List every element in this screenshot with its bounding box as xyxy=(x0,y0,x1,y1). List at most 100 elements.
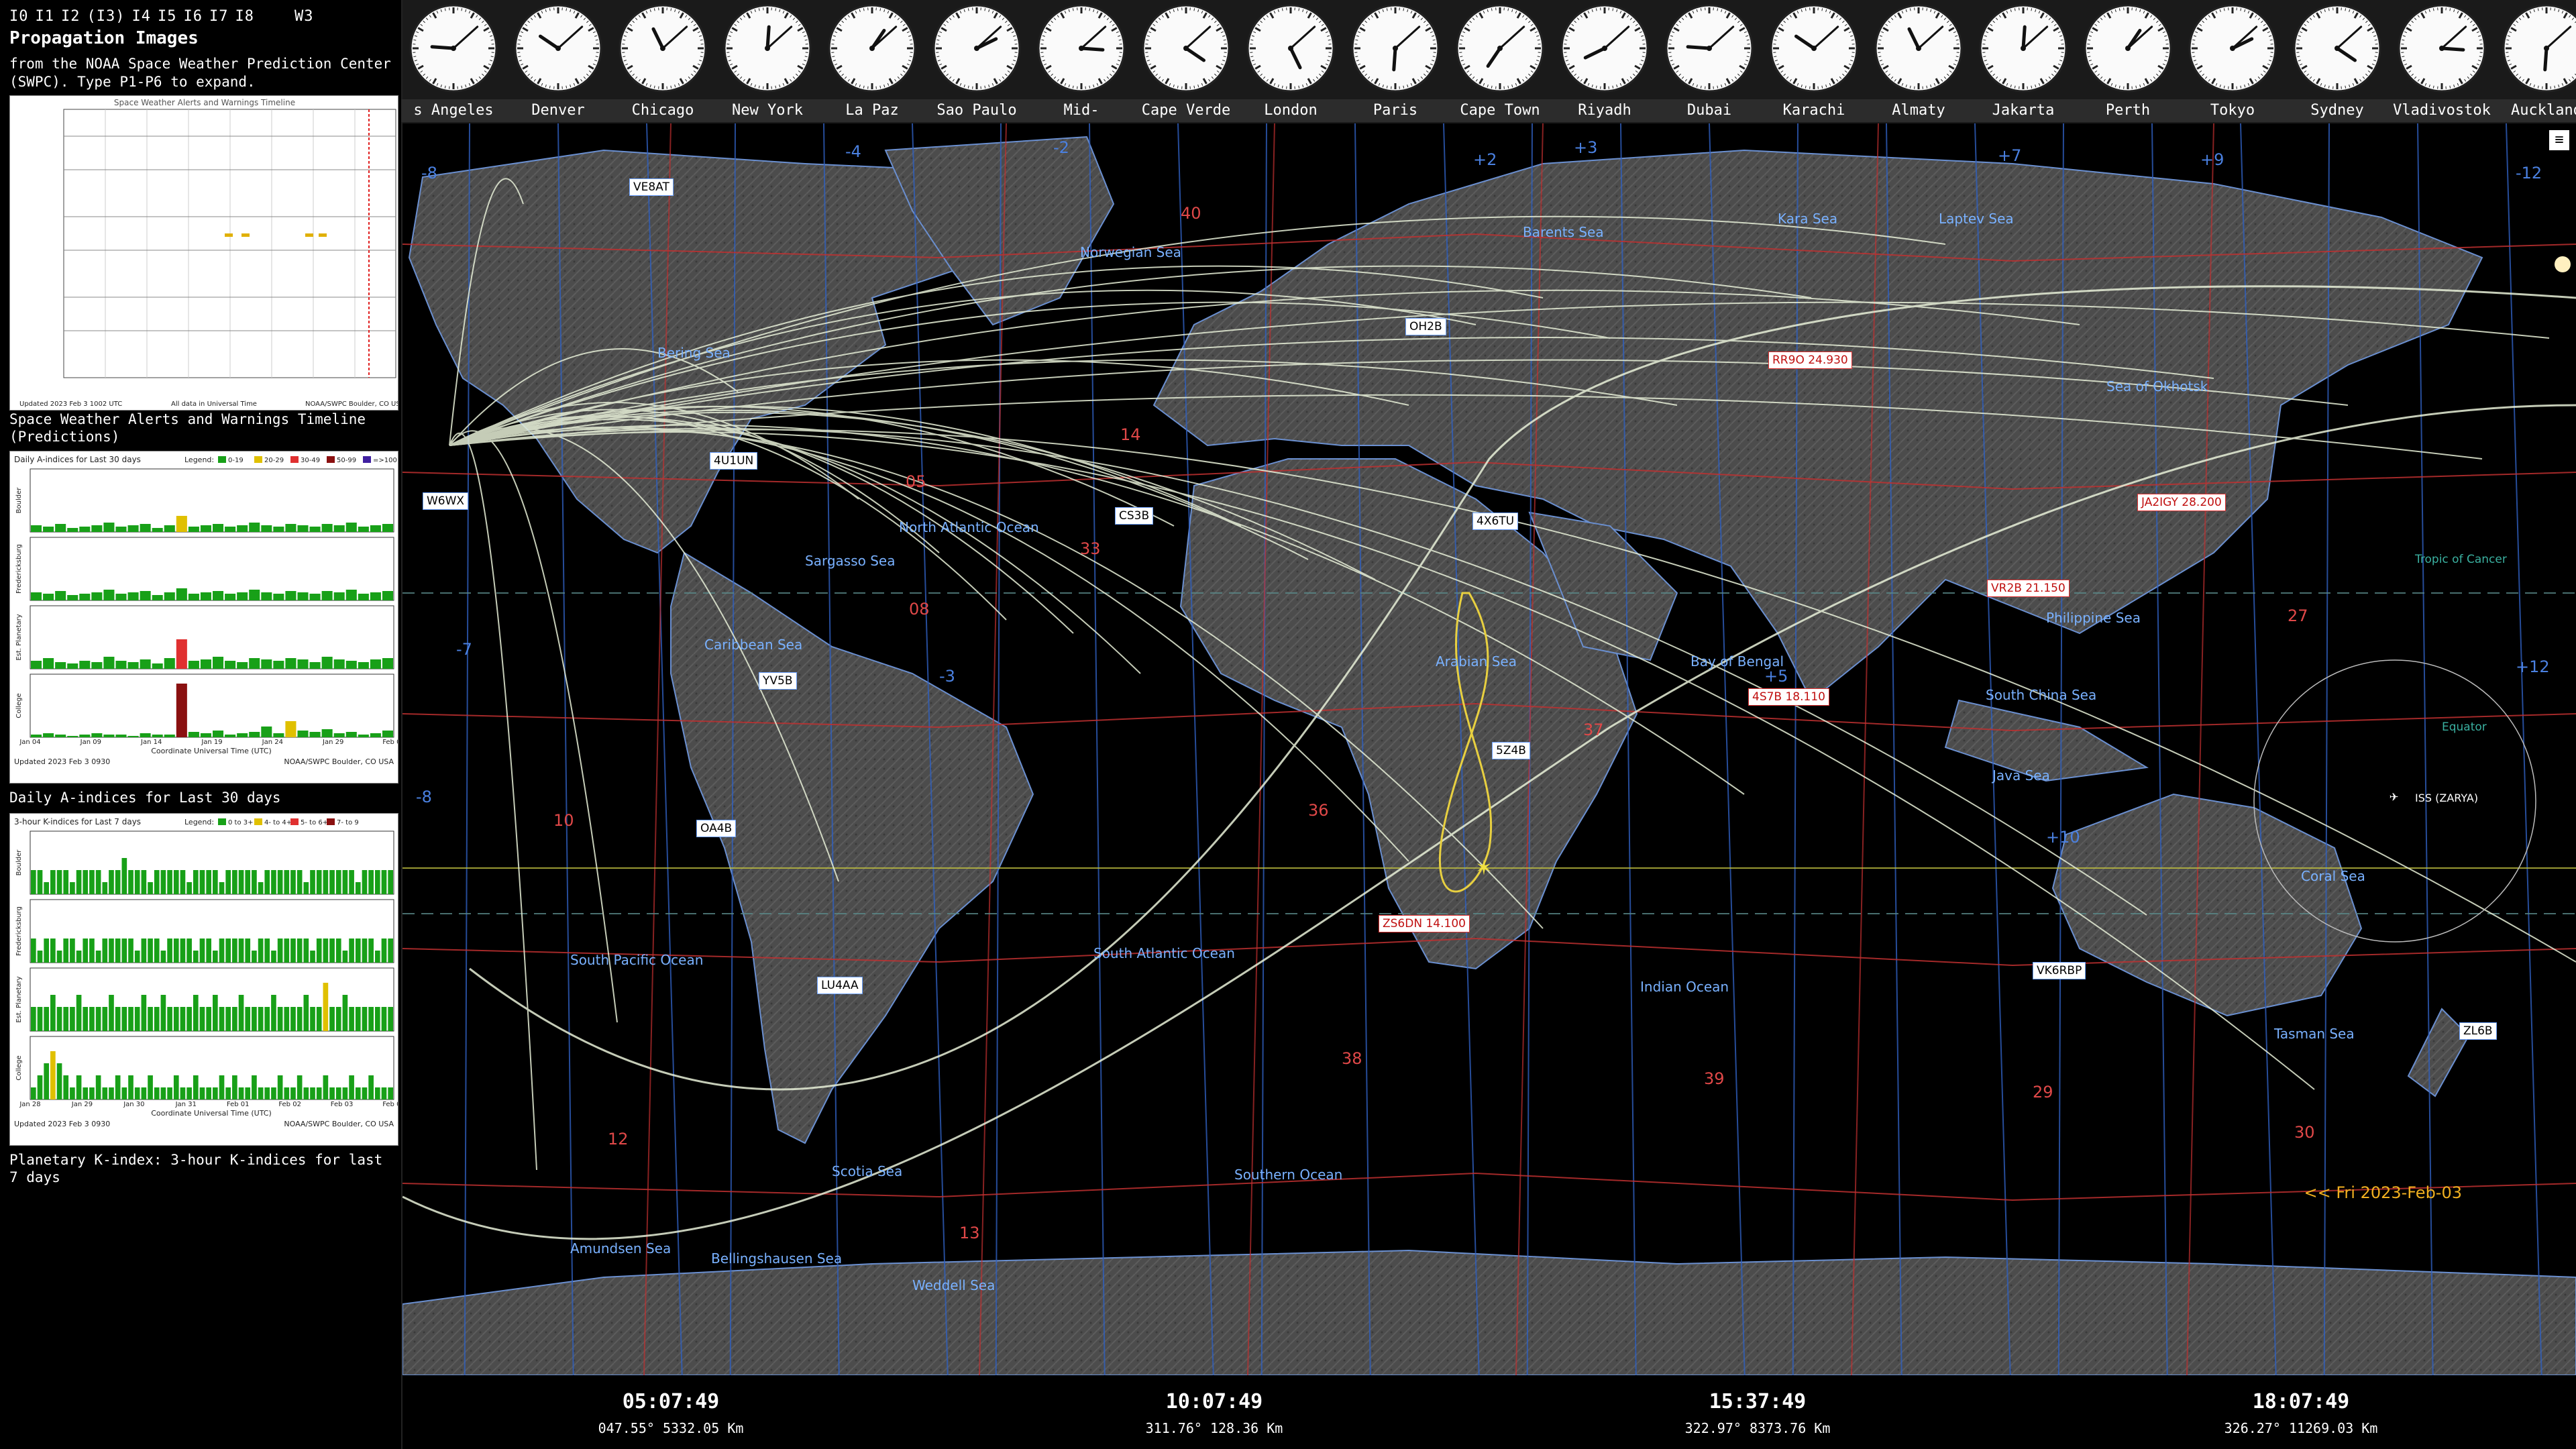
clock-la-paz[interactable]: La Paz xyxy=(820,0,924,123)
index-bar xyxy=(76,870,82,894)
clock-almaty[interactable]: Almaty xyxy=(1866,0,1971,123)
index-bar xyxy=(358,527,369,532)
index-bar xyxy=(115,661,127,669)
dx-spot-callout[interactable]: RR9O 24.930 xyxy=(1768,352,1852,369)
index-bar xyxy=(264,870,270,894)
index-bar xyxy=(164,735,175,737)
clock-tokyo[interactable]: Tokyo xyxy=(2180,0,2285,123)
clock-cape-town[interactable]: Cape Town xyxy=(1448,0,1552,123)
index-bar xyxy=(388,870,393,894)
legend-label: Legend: xyxy=(184,455,214,464)
index-bar xyxy=(121,858,127,894)
a-indices-image[interactable]: Daily A-indices for Last 30 days Legend: 0… xyxy=(9,451,398,784)
index-bar xyxy=(128,870,133,894)
index-bar xyxy=(31,661,42,669)
image-tab-8[interactable]: I8 xyxy=(235,8,254,25)
beacon-callout[interactable]: OH2B xyxy=(1405,318,1446,335)
image-tab-1[interactable]: I1 xyxy=(36,8,55,25)
beacon-callout[interactable]: OA4B xyxy=(696,820,737,837)
index-bar xyxy=(342,870,348,894)
beacon-callout[interactable]: CS3B xyxy=(1115,507,1154,525)
index-bar xyxy=(164,525,175,532)
index-bar xyxy=(56,1007,62,1031)
clock-face-icon xyxy=(2398,4,2486,93)
index-bar xyxy=(152,663,163,669)
beacon-callout[interactable]: 4U1UN xyxy=(710,452,758,470)
beacon-callout[interactable]: VK6RBP xyxy=(2033,962,2086,979)
index-bar xyxy=(213,995,218,1031)
clock-chicago[interactable]: Chicago xyxy=(610,0,715,123)
beacon-callout[interactable]: VE8AT xyxy=(629,178,674,196)
clock-perth[interactable]: Perth xyxy=(2076,0,2180,123)
index-bar xyxy=(55,662,66,669)
clock-city-label: Paris xyxy=(1343,99,1448,122)
clock-sydney[interactable]: Sydney xyxy=(2285,0,2390,123)
index-bar xyxy=(358,735,369,737)
index-bar xyxy=(103,735,115,737)
clock-auckland[interactable]: Auckland xyxy=(2494,0,2576,123)
beacon-callout[interactable]: 5Z4B xyxy=(1492,742,1530,759)
image-tab-7[interactable]: I7 xyxy=(209,8,229,25)
clock-karachi[interactable]: Karachi xyxy=(1762,0,1866,123)
index-bar xyxy=(141,995,147,1031)
beacon-callout[interactable]: ZL6B xyxy=(2459,1022,2497,1040)
index-bar xyxy=(362,1007,368,1031)
k-indices-image[interactable]: 3-hour K-indices for Last 7 days Legend: 0… xyxy=(9,813,398,1146)
dx-spot-callout[interactable]: JA2IGY 28.200 xyxy=(2137,494,2226,511)
index-bar xyxy=(290,1087,296,1099)
beacon-callout[interactable]: LU4AA xyxy=(817,977,863,994)
clock-jakarta[interactable]: Jakarta xyxy=(1971,0,2076,123)
dx-spot-callout[interactable]: 4S7B 18.110 xyxy=(1748,688,1829,706)
image-tab-2[interactable]: I2 xyxy=(61,8,80,25)
index-bar xyxy=(206,1007,211,1031)
menu-icon[interactable]: ≡ xyxy=(2549,130,2569,150)
clock-s-angeles[interactable]: s Angeles xyxy=(401,0,506,123)
ocean-label: Tasman Sea xyxy=(2274,1026,2355,1042)
image-tab-4[interactable]: I4 xyxy=(131,8,151,25)
index-bar xyxy=(333,733,345,737)
index-bar xyxy=(225,1087,231,1099)
world-map[interactable]: ✶ ✈ North Atlantic Ocean South Atlantic O… xyxy=(402,123,2576,1375)
index-bar xyxy=(115,1007,121,1031)
beacon-callout[interactable]: 4X6TU xyxy=(1472,513,1519,530)
alerts-timeline-image[interactable]: Space Weather Alerts and Warnings Timeli… xyxy=(9,95,398,411)
clock-london[interactable]: London xyxy=(1238,0,1343,123)
clock-city-label: Cape Verde xyxy=(1134,99,1238,122)
world-clock-strip: s Angeles Denver Chicago New York La Paz Sao … xyxy=(401,0,2576,142)
clock-riyadh[interactable]: Riyadh xyxy=(1552,0,1657,123)
index-bar xyxy=(264,1007,270,1031)
image-tab-5[interactable]: I5 xyxy=(158,8,177,25)
index-bar xyxy=(91,525,103,532)
image-tab-0[interactable]: I0 xyxy=(9,8,29,25)
clock-city-label: s Angeles xyxy=(401,99,506,122)
index-bar xyxy=(148,1075,153,1099)
cq-zone-number: 27 xyxy=(2288,606,2308,625)
image-tab-3[interactable]: (I3) xyxy=(87,8,125,25)
index-bar xyxy=(115,594,127,600)
iss-label[interactable]: ISS (ZARYA) xyxy=(2415,792,2478,804)
dx-spot-callout[interactable]: ZS6DN 14.100 xyxy=(1379,915,1470,932)
timezone-offset: -8 xyxy=(416,788,432,806)
beacon-callout[interactable]: YV5B xyxy=(759,672,797,690)
clock-vladivostok[interactable]: Vladivostok xyxy=(2390,0,2494,123)
index-bar xyxy=(374,1087,380,1099)
clock-city-label: London xyxy=(1238,99,1343,122)
index-bar xyxy=(152,735,163,737)
index-bar xyxy=(362,870,368,894)
ocean-label: Bellingshausen Sea xyxy=(711,1250,843,1267)
index-bar xyxy=(335,870,341,894)
clock-denver[interactable]: Denver xyxy=(506,0,610,123)
window-tab[interactable]: W3 xyxy=(294,8,314,25)
dx-spot-callout[interactable]: VR2B 21.150 xyxy=(1987,580,2070,597)
panel-description: from the NOAA Space Weather Prediction C… xyxy=(9,56,391,90)
clock-new-york[interactable]: New York xyxy=(715,0,820,123)
clock-cape-verde[interactable]: Cape Verde xyxy=(1134,0,1238,123)
image-tab-6[interactable]: I6 xyxy=(183,8,203,25)
index-bar xyxy=(297,1075,303,1099)
clock-mid-atlantic[interactable]: Mid-Atlantic xyxy=(1029,0,1134,142)
index-bar xyxy=(176,516,187,532)
clock-paris[interactable]: Paris xyxy=(1343,0,1448,123)
clock-sao-paulo[interactable]: Sao Paulo xyxy=(924,0,1029,123)
beacon-callout[interactable]: W6WX xyxy=(423,492,469,510)
clock-dubai[interactable]: Dubai xyxy=(1657,0,1762,123)
